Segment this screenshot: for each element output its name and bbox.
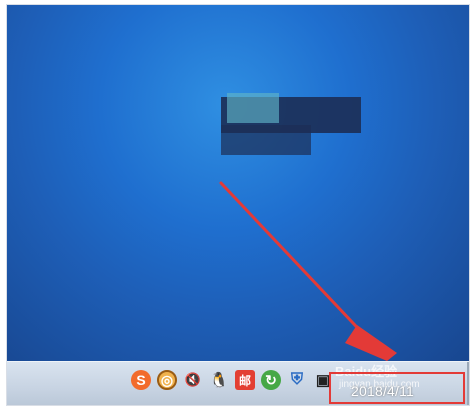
mail-icon[interactable]: 邮 [235, 370, 255, 390]
volume-muted-icon[interactable]: 🔇 [183, 370, 203, 390]
security-shield-icon[interactable]: ⛨ [287, 370, 307, 390]
date-clock-box[interactable]: 2018/4/11 [329, 372, 465, 404]
show-desktop-button[interactable] [467, 362, 469, 405]
sogou-input-icon[interactable]: S [131, 370, 151, 390]
screenshot-frame: S ◎ 🔇 🐧 邮 ↻ ⛨ ▣ Baidu经验 jingyan.baidu.co… [6, 4, 470, 406]
game-icon[interactable]: ◎ [157, 370, 177, 390]
desktop-background [7, 5, 469, 361]
qq-icon[interactable]: 🐧 [209, 370, 229, 390]
refresh-icon[interactable]: ↻ [261, 370, 281, 390]
taskbar[interactable]: S ◎ 🔇 🐧 邮 ↻ ⛨ ▣ Baidu经验 jingyan.baidu.co… [7, 361, 469, 405]
red-pointer-line [219, 181, 397, 361]
blurred-desktop-icon [227, 93, 279, 123]
date-text: 2018/4/11 [351, 383, 415, 399]
blurred-desktop-icon [221, 125, 311, 155]
system-tray[interactable]: S ◎ 🔇 🐧 邮 ↻ ⛨ ▣ [131, 370, 333, 390]
